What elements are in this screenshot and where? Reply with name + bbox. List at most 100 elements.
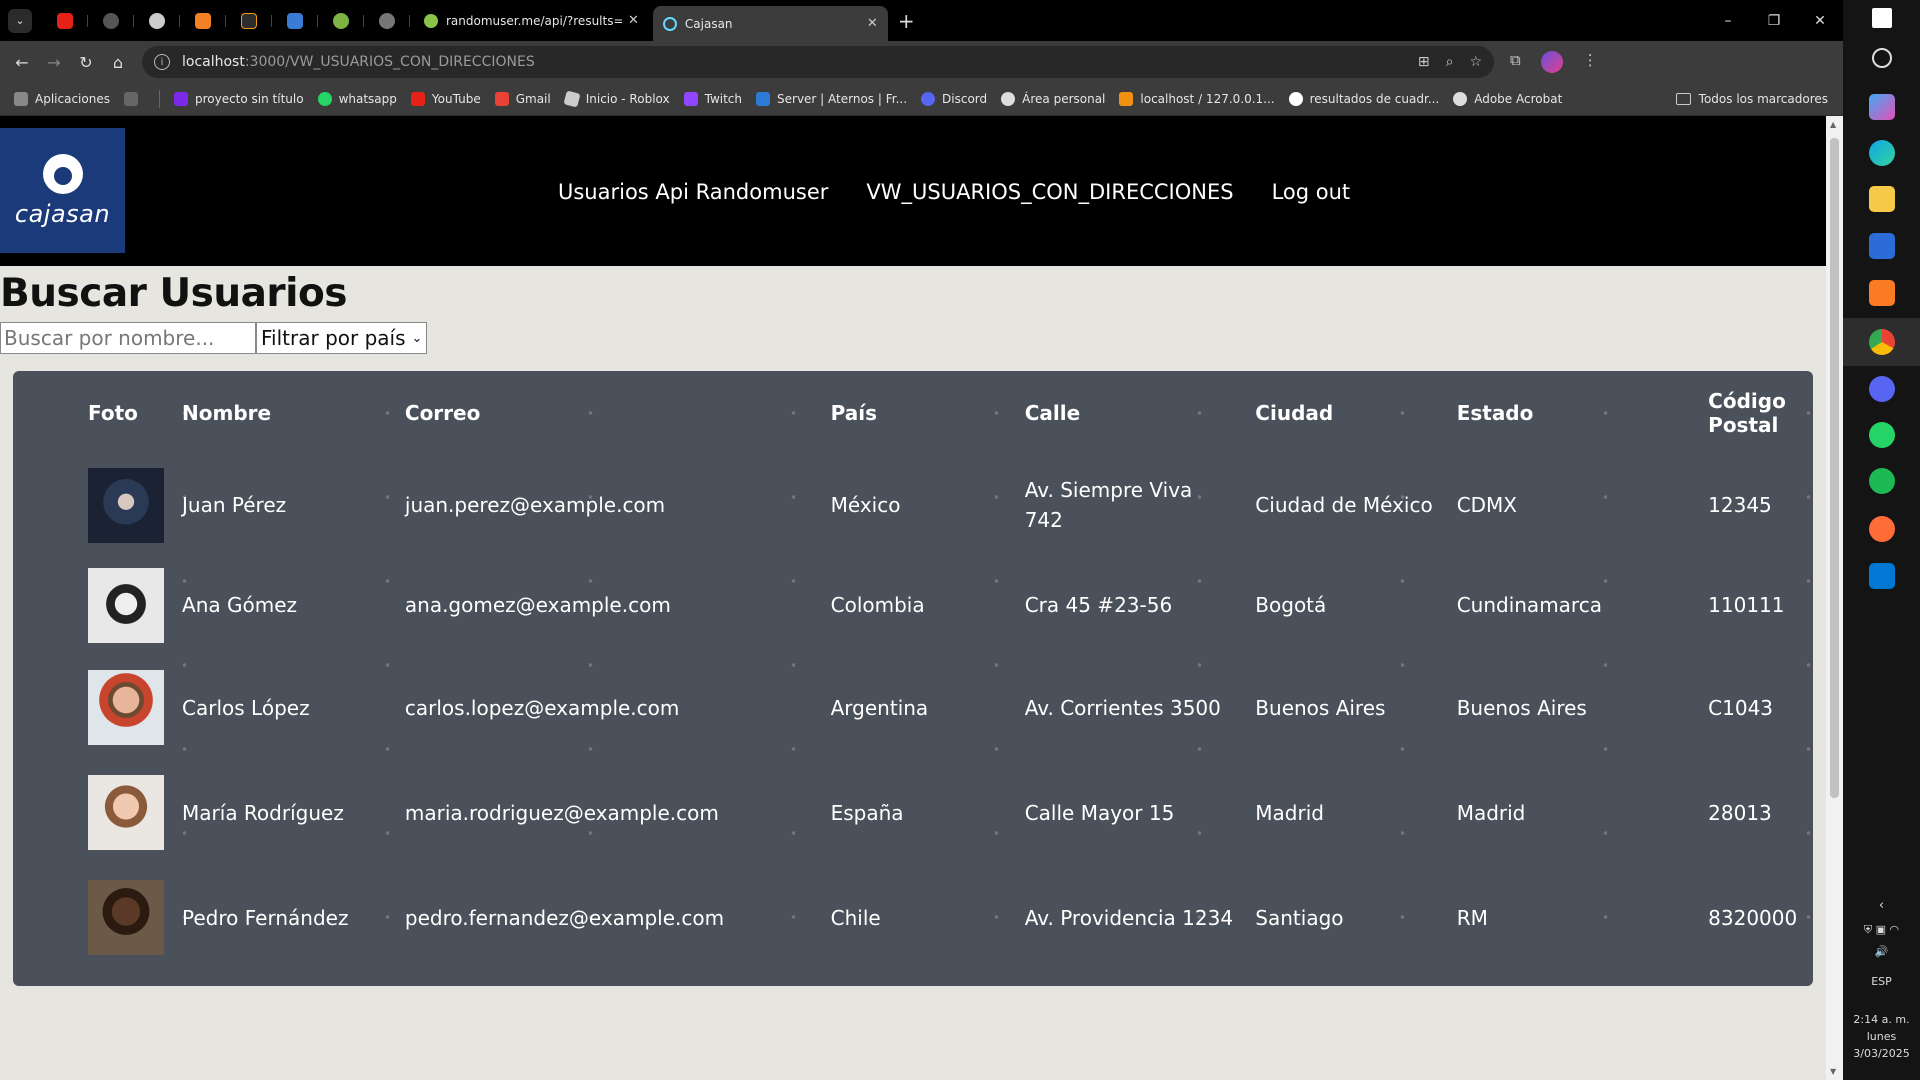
roblox-icon — [563, 90, 581, 108]
edge-icon[interactable] — [1869, 140, 1895, 166]
all-bookmarks[interactable]: Todos los marcadores — [1675, 92, 1828, 106]
address-bar[interactable]: i localhost:3000/VW_USUARIOS_CON_DIRECCI… — [142, 46, 1494, 78]
bookmark-star-icon[interactable]: ☆ — [1469, 54, 1482, 70]
street-cell: Calle Mayor 15 — [1024, 800, 1175, 825]
bookmark-label: proyecto sin título — [194, 92, 304, 106]
bookmark-item[interactable]: resultados de cuadr... — [1288, 92, 1439, 106]
bookmark-item[interactable]: Adobe Acrobat — [1453, 92, 1562, 106]
window-controls: – ❐ ✕ — [1705, 0, 1843, 41]
bookmark-apps[interactable]: Aplicaciones — [14, 92, 110, 106]
zoom-icon[interactable]: ⌕ — [1446, 54, 1454, 70]
xampp-icon[interactable] — [1869, 280, 1895, 306]
bookmark-item[interactable]: Twitch — [683, 92, 742, 106]
extensions-icon[interactable]: ⧉ — [1510, 51, 1521, 73]
email-cell: ana.gomez@example.com — [404, 593, 671, 617]
logo-mark-icon — [42, 153, 83, 194]
volume-icon[interactable]: 🔊 — [1843, 944, 1920, 960]
microsoft-store-icon[interactable] — [1869, 233, 1895, 259]
bookmark-item[interactable]: localhost / 127.0.0.1... — [1119, 92, 1275, 106]
language-indicator[interactable]: ESP — [1843, 974, 1920, 990]
discord-icon[interactable] — [1869, 376, 1895, 402]
site-info-icon[interactable]: i — [154, 54, 170, 70]
react-favicon — [662, 16, 677, 31]
close-tab-icon[interactable]: ✕ — [628, 13, 639, 28]
tab-randomuser[interactable]: randomuser.me/api/?results=2 ✕ — [414, 5, 649, 37]
bookmark-grid[interactable] — [123, 92, 145, 106]
column-header-nombre: Nombre — [182, 401, 272, 425]
zip-cell: 28013 — [1708, 800, 1772, 825]
new-tab-button[interactable]: + — [898, 9, 915, 33]
bookmark-item[interactable]: Server | Aternos | Fr... — [756, 92, 907, 106]
whatsapp-icon[interactable] — [1869, 422, 1895, 448]
email-cell: maria.rodriguez@example.com — [404, 800, 719, 825]
windows-start-icon[interactable] — [1872, 8, 1892, 28]
tray-icons[interactable]: ⛨ ▣ ◠ — [1843, 922, 1920, 938]
search-input[interactable] — [0, 322, 256, 354]
pinned-tab-github[interactable] — [88, 5, 134, 37]
pinned-tab-youtube[interactable] — [42, 5, 88, 37]
chrome-icon[interactable] — [1869, 329, 1895, 355]
cajasan-logo[interactable]: cajasan — [0, 128, 125, 253]
bookmark-label: Discord — [942, 92, 988, 106]
city-cell: Bogotá — [1255, 593, 1327, 617]
pinned-tab-green[interactable] — [318, 5, 364, 37]
search-icon[interactable] — [1872, 48, 1892, 68]
windows-taskbar: ‹ ⛨ ▣ ◠ 🔊 ESP 2:14 a. m. lunes 3/03/2025 — [1843, 0, 1920, 1080]
tray-chevron-icon[interactable]: ‹ — [1843, 898, 1920, 914]
nav-link-vw-usuarios[interactable]: VW_USUARIOS_CON_DIRECCIONES — [866, 180, 1233, 204]
bookmark-item[interactable]: Inicio - Roblox — [563, 90, 670, 108]
google-icon — [1288, 92, 1303, 106]
close-tab-icon[interactable]: ✕ — [867, 16, 878, 31]
bookmark-item[interactable]: Discord — [921, 92, 987, 106]
country-select[interactable]: Filtrar por país ⌄ — [256, 322, 428, 354]
file-explorer-icon[interactable] — [1869, 186, 1895, 212]
bookmark-item[interactable]: proyecto sin título — [173, 92, 304, 106]
clock-day[interactable]: lunes — [1843, 1029, 1920, 1045]
reload-icon[interactable]: ↻ — [70, 53, 102, 72]
tab-cajasan[interactable]: Cajasan ✕ — [652, 5, 888, 42]
nav-link-logout[interactable]: Log out — [1272, 180, 1351, 204]
bookmark-label: Aplicaciones — [35, 92, 110, 106]
column-header-ciudad: Ciudad — [1255, 401, 1334, 425]
vscode-icon[interactable] — [1869, 563, 1895, 589]
scroll-up-icon[interactable]: ▲ — [1830, 120, 1836, 129]
zip-cell: 8320000 — [1708, 905, 1798, 930]
bookmark-item[interactable]: Gmail — [494, 92, 551, 106]
column-header-correo: Correo — [404, 401, 481, 425]
scroll-down-icon[interactable]: ▼ — [1830, 1067, 1836, 1076]
postman-icon[interactable] — [1869, 516, 1895, 542]
profile-avatar[interactable] — [1540, 51, 1563, 73]
table-row: María Rodríguez maria.rodriguez@example.… — [13, 760, 1813, 865]
bookmark-label: YouTube — [431, 92, 481, 106]
page-scrollbar[interactable]: ▲ ▼ — [1826, 116, 1843, 1080]
bookmark-item[interactable]: YouTube — [410, 92, 481, 106]
install-app-icon[interactable]: ⊞ — [1418, 54, 1430, 70]
bookmark-item[interactable]: Área personal — [1001, 92, 1105, 106]
tab-search-button[interactable]: ⌄ — [8, 8, 32, 33]
app-icon — [333, 12, 349, 29]
nav-link-usuarios-api[interactable]: Usuarios Api Randomuser — [558, 180, 828, 204]
pinned-tab-indeed[interactable] — [226, 5, 272, 37]
tab-title: Cajasan — [684, 16, 733, 31]
home-icon[interactable]: ⌂ — [102, 53, 134, 72]
zip-cell: 110111 — [1708, 593, 1785, 617]
restore-button[interactable]: ❐ — [1751, 13, 1797, 29]
pinned-tab-openai[interactable] — [134, 5, 180, 37]
forward-icon[interactable]: → — [38, 53, 70, 72]
pinned-tab-settings[interactable] — [364, 5, 410, 37]
menu-icon[interactable]: ⋮ — [1583, 51, 1598, 73]
copilot-icon[interactable] — [1869, 94, 1895, 120]
close-window-button[interactable]: ✕ — [1797, 13, 1843, 29]
clock-time[interactable]: 2:14 a. m. — [1843, 1012, 1920, 1028]
pinned-tab-stackoverflow[interactable] — [180, 5, 226, 37]
minimize-button[interactable]: – — [1705, 13, 1751, 29]
clock-date[interactable]: 3/03/2025 — [1843, 1046, 1920, 1062]
scrollbar-thumb[interactable] — [1830, 138, 1839, 798]
aternos-icon — [756, 92, 771, 106]
state-cell: Buenos Aires — [1456, 695, 1587, 720]
back-icon[interactable]: ← — [6, 53, 38, 72]
spotify-icon[interactable] — [1869, 468, 1895, 494]
pinned-tab-medal[interactable] — [272, 5, 318, 37]
bookmark-item[interactable]: whatsapp — [317, 92, 397, 106]
state-cell: RM — [1456, 905, 1488, 930]
